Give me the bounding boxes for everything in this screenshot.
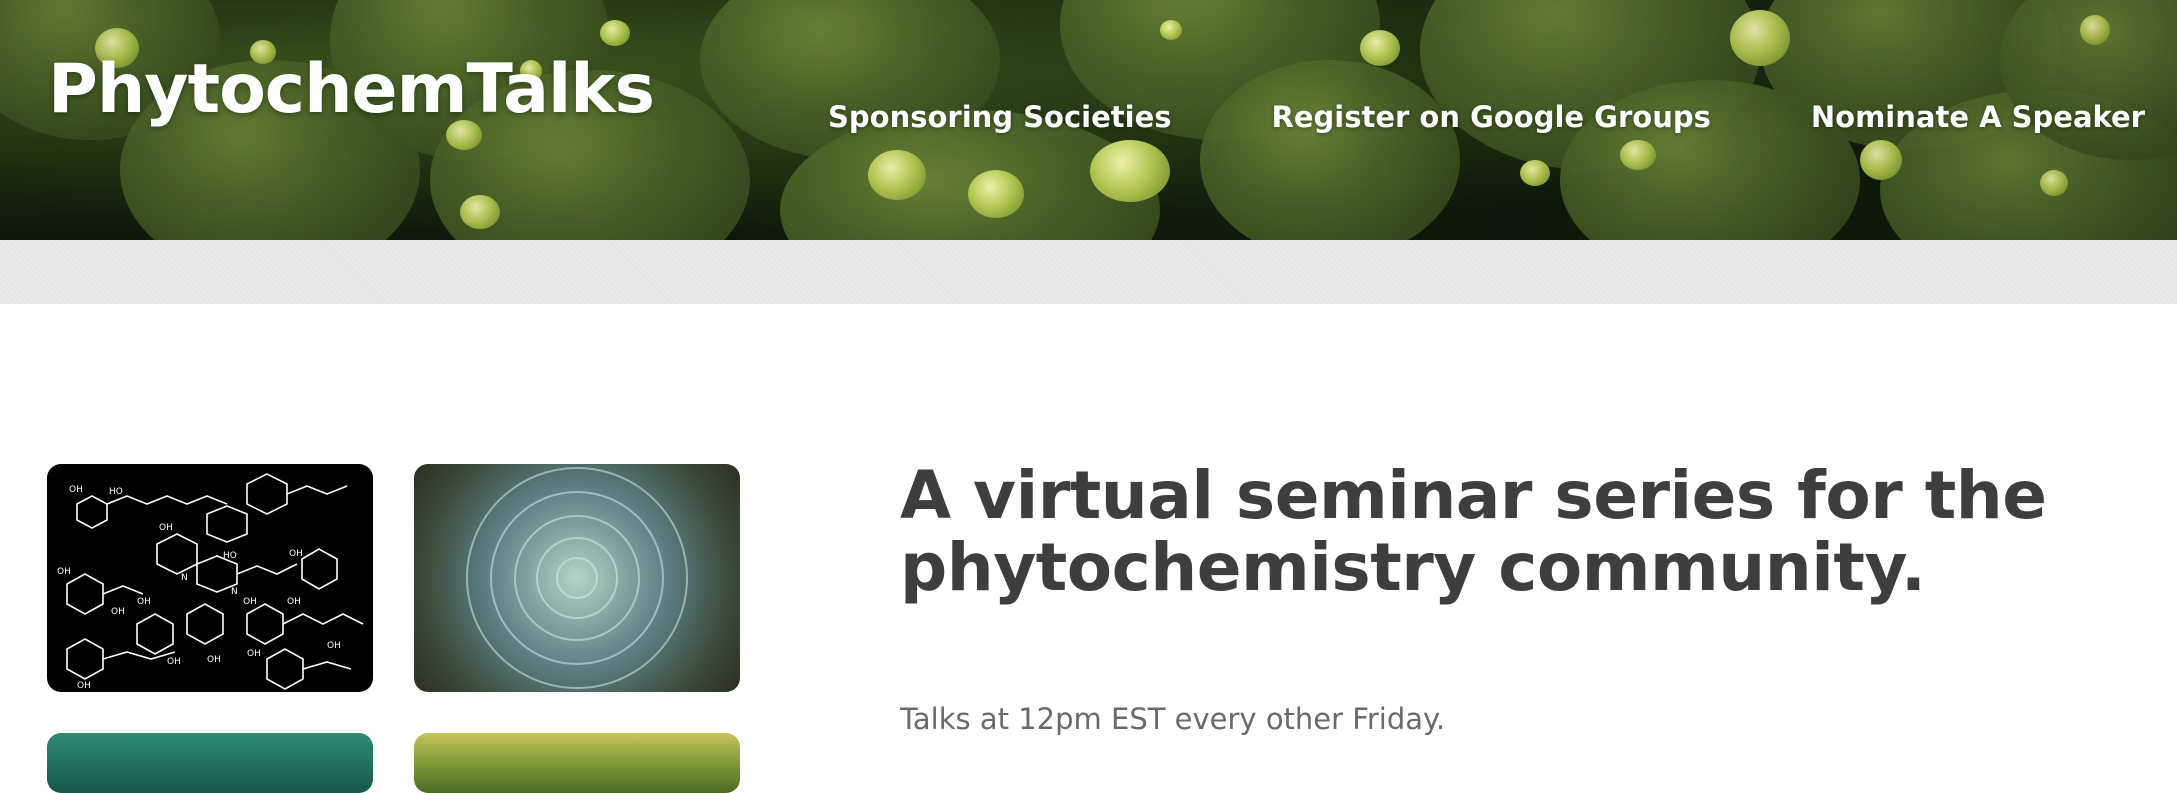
- svg-text:OH: OH: [207, 655, 221, 665]
- site-title[interactable]: PhytochemTalks: [48, 50, 655, 129]
- succulent-rosette-image: [414, 464, 740, 692]
- hero-subtext: Talks at 12pm EST every other Friday.: [900, 702, 1446, 736]
- svg-text:OH: OH: [247, 649, 261, 659]
- chemical-structures-image: OH HO OH HO OH OH OH N OH OH OH OH OH OH…: [47, 464, 373, 692]
- svg-text:N: N: [181, 573, 188, 583]
- nav-sponsoring-societies[interactable]: Sponsoring Societies: [828, 100, 1171, 134]
- svg-text:N: N: [231, 587, 238, 597]
- svg-text:OH: OH: [167, 657, 181, 667]
- hero-headline: A virtual seminar series for the phytoch…: [900, 457, 2047, 606]
- svg-text:HO: HO: [223, 551, 237, 561]
- divider-band: [0, 240, 2177, 304]
- svg-text:OH: OH: [77, 681, 91, 691]
- header-banner: PhytochemTalks Sponsoring Societies Regi…: [0, 0, 2177, 240]
- svg-text:OH: OH: [287, 597, 301, 607]
- succulent-drawing: [466, 467, 688, 689]
- svg-text:OH: OH: [159, 523, 173, 533]
- svg-text:OH: OH: [289, 549, 303, 559]
- svg-text:OH: OH: [69, 485, 83, 495]
- grass-image: [414, 733, 740, 793]
- svg-text:HO: HO: [109, 487, 123, 497]
- nav-nominate-speaker[interactable]: Nominate A Speaker: [1811, 100, 2145, 134]
- bowl-image: [47, 733, 373, 793]
- svg-text:OH: OH: [111, 607, 125, 617]
- main-nav: Sponsoring Societies Register on Google …: [828, 100, 2145, 134]
- svg-text:OH: OH: [243, 597, 257, 607]
- nav-register-google-groups[interactable]: Register on Google Groups: [1272, 100, 1711, 134]
- molecules-drawing: OH HO OH HO OH OH OH N OH OH OH OH OH OH…: [57, 473, 364, 691]
- svg-text:OH: OH: [327, 641, 341, 651]
- svg-text:OH: OH: [137, 597, 151, 607]
- svg-text:OH: OH: [57, 567, 71, 577]
